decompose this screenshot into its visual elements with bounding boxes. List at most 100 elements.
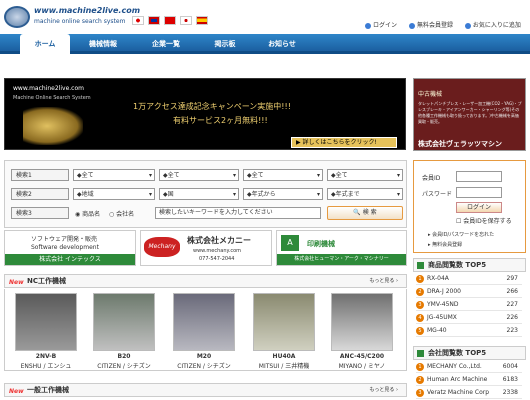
machine-photo-1[interactable] [15,293,77,351]
main-nav: ホーム 機械情報 企業一覧 掲示板 お知らせ [0,34,530,54]
save-id-checkbox[interactable]: ☐ 会員IDを保存する [456,216,512,225]
search-label-3: 検索3 [11,207,69,219]
password-label: パスワード [422,191,453,198]
keyword-input[interactable]: 検索したいキーワードを入力してください [155,207,321,219]
company-rank-1[interactable]: 1 MECHANY Co.,Ltd. 6004 [416,360,522,373]
machine-photo-2[interactable] [93,293,155,351]
machine-model-3[interactable]: M20 [164,353,244,360]
ad-intex[interactable]: ソフトウェア開発・販売 Software development 株式会社 イン… [4,230,136,266]
new-icon: New [9,388,24,395]
search-icon: 🔍 [353,209,361,216]
machine-model-5[interactable]: ANC-45/C200 [322,353,402,360]
intex-line2: Software development [31,244,99,251]
machine-model-4[interactable]: HU40A [244,353,324,360]
machine-photo-5[interactable] [331,293,393,351]
product-rank-1[interactable]: 1 RX-04A 297 [416,272,522,285]
general-section-header: New 一般工作機械 もっと見る › [4,383,407,397]
search-label-1: 検索1 [11,169,69,181]
product-rank-4[interactable]: 4 JG-45UMX 226 [416,311,522,324]
company-rank-2[interactable]: 2 Human Arc Machine 6183 [416,373,522,386]
machine-maker-3: CITIZEN / シチズン [177,363,231,370]
site-logo[interactable]: www.machine2live.com machine online sear… [4,4,140,30]
product-rank-2[interactable]: 2 DRA-J 2000 266 [416,285,522,298]
mechany-tel: 077-547-2044 [199,256,235,262]
intex-line3: 株式会社 インテックス [5,254,135,265]
ad-company: 株式会社ヴェラッツマシン [418,140,502,148]
banner-line2: 有料サービス2ヶ月無料!!! [173,116,268,125]
category-select-1[interactable]: ◆全て [73,169,155,181]
machine-photo-3[interactable] [173,293,235,351]
country-select[interactable]: ◆国 [159,188,239,200]
favorite-link[interactable]: お気に入りに追加 [464,22,521,29]
human-arc-company: 株式会社ヒューマン・アーク・マシナリー [277,254,406,265]
flag-korea-icon[interactable] [180,16,192,25]
site-tagline: machine online search system [34,18,126,25]
drill-image [23,107,83,145]
ad-mechany[interactable]: Mechany 株式会社メカニー www.mechany.com 077-547… [140,230,272,266]
mechany-logo: Mechany [144,237,180,257]
category-select-2[interactable]: ◆全て [159,169,239,181]
year-to-select[interactable]: ◆年式まで [327,188,403,200]
login-button[interactable]: ログイン [456,202,502,213]
machine-maker-1: ENSHU / エンシュ [20,363,72,370]
company-ranking-header: 会社閲覧数 TOP5 [413,346,526,360]
banner-site: www.machine2live.com [13,85,84,92]
tab-machines[interactable]: 機械情報 [78,34,128,54]
radio-product[interactable]: ◉ 商品名 [75,209,100,218]
banner-sub: Machine Online Search System [13,95,91,101]
tab-home[interactable]: ホーム [20,34,70,54]
product-ranking-header: 商品閲覧数 TOP5 [413,258,526,272]
nc-section-header: New NC工作機械 もっと見る › [4,274,407,288]
register-link-panel[interactable]: ▸ 無料会員登録 [428,241,462,248]
nc-grid: 2NV-B ENSHU / エンシュ B20 CITIZEN / シチズン M2… [4,289,407,371]
banner-cta[interactable]: ▶ 詳しくはこちらをクリック! [291,137,397,148]
region-select[interactable]: ◆地域 [73,188,155,200]
machine-photo-4[interactable] [253,293,315,351]
product-rank-3[interactable]: 3 YMV-45ND 227 [416,298,522,311]
machine-maker-4: MITSUI / 三井精機 [258,363,310,370]
tab-news[interactable]: お知らせ [254,34,310,54]
language-flags [132,16,212,27]
tab-board[interactable]: 掲示板 [200,34,250,54]
flag-china-icon[interactable] [164,16,176,25]
machine-model-2[interactable]: B20 [84,353,164,360]
search-panel: 検索1 ◆全て ◆全て ◆全て ◆全て 検索2 ◆地域 ◆国 ◆年式から ◆年式… [4,160,407,228]
flag-japan-icon[interactable] [132,16,144,25]
flag-spain-icon[interactable] [196,16,208,25]
company-rank-3[interactable]: 3 Veratz Machine Corp 2338 [416,386,522,399]
nc-more-link[interactable]: もっと見る › [369,275,398,288]
product-rank-5[interactable]: 5 MG-40 223 [416,324,522,337]
flag-uk-icon[interactable] [148,16,160,25]
ranking-icon [417,350,424,357]
login-link[interactable]: ログイン [365,22,397,29]
machine-maker-5: MIYANO / ミヤノ [338,363,386,370]
banner-line1: 1万アクセス達成記念キャンペーン実施中!!! [133,102,291,111]
ranking-icon [417,262,424,269]
side-ad[interactable]: 中古機械 タレットパンチプレス・レーザー加工機(CO2・YAG)・プレスブレーキ… [413,78,526,151]
category-select-3[interactable]: ◆全て [243,169,323,181]
mechany-url: www.mechany.com [193,248,242,254]
general-more-link[interactable]: もっと見る › [369,384,398,397]
site-url: www.machine2live.com [34,6,141,15]
ad-human-arc[interactable]: A 印刷機械 株式会社ヒューマン・アーク・マシナリー [276,230,407,266]
register-link[interactable]: 無料会員登録 [408,22,453,29]
machine-maker-2: CITIZEN / シチズン [97,363,151,370]
human-arc-logo: A [281,235,299,251]
ad-badge: 中古機械 [418,91,443,98]
tab-companies[interactable]: 企業一覧 [138,34,194,54]
radio-company[interactable]: ○ 会社名 [109,209,134,218]
category-select-4[interactable]: ◆全て [327,169,403,181]
campaign-banner[interactable]: www.machine2live.com Machine Online Sear… [4,78,406,150]
new-icon: New [9,279,24,286]
forgot-link[interactable]: ▸ 会員ID/パスワードを忘れた [428,231,494,238]
password-input[interactable] [456,187,502,198]
search-button[interactable]: 🔍 検 索 [327,206,403,220]
member-id-label: 会員ID [422,175,441,182]
member-id-input[interactable] [456,171,502,182]
login-panel: 会員ID パスワード ログイン ☐ 会員IDを保存する ▸ 会員ID/パスワード… [413,160,526,253]
year-from-select[interactable]: ◆年式から [243,188,323,200]
intex-line1: ソフトウェア開発・販売 [31,236,98,243]
logo-gear-icon [4,6,30,28]
machine-model-1[interactable]: 2NV-B [6,353,86,360]
top-links: ログイン 無料会員登録 お気に入りに追加 [355,20,521,29]
